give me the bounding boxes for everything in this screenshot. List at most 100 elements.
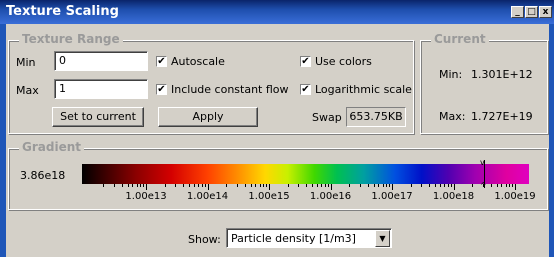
logarithmic-scale-checkbox[interactable]: ✔ Logarithmic scale [300,83,412,96]
axis-minor-tick [244,184,246,187]
show-selected-value: Particle density [1/m3] [231,232,356,245]
axis-tick-label: 1.00e16 [309,191,352,202]
axis-minor-tick [136,184,138,187]
axis-minor-tick [143,184,145,187]
maximize-button[interactable]: □ [525,6,538,18]
axis-minor-tick [316,184,318,187]
color-gradient-bar[interactable] [82,164,529,184]
dropdown-arrow-icon[interactable]: ▼ [375,230,390,247]
min-label: Min [16,56,36,69]
axis-minor-tick [198,184,199,187]
axis-minor-tick [496,184,498,187]
include-constant-flow-label: Include constant flow [171,83,289,96]
current-min-label: Min: [439,68,463,81]
axis-minor-tick [266,184,268,187]
axis-minor-tick [439,184,441,187]
axis-minor-tick [349,184,350,187]
axis-minor-tick [103,184,104,187]
axis-major-tick [269,184,270,190]
logarithmic-scale-check-icon: ✔ [300,84,311,95]
autoscale-label: Autoscale [171,55,225,68]
axis-minor-tick [204,184,206,187]
show-select[interactable]: Particle density [1/m3] ▼ [226,228,392,248]
axis-major-tick [330,184,332,190]
swap-label: Swap [312,111,342,124]
axis-minor-tick [164,184,166,187]
min-input[interactable]: 0 [54,51,148,71]
axis-tick-label: 1.00e19 [494,191,536,202]
title-bar[interactable]: Texture Scaling _ □ x [0,0,554,24]
axis-minor-tick [113,184,115,187]
autoscale-check-icon: ✔ [156,56,167,67]
current-max-value: 1.727E+19 [471,110,533,123]
axis-minor-tick [382,184,384,187]
current-title: Current [431,32,489,46]
axis-minor-tick [127,184,129,187]
axis-minor-tick [183,184,184,187]
axis-tick-label: 1.00e17 [371,191,413,202]
axis-minor-tick [312,184,313,187]
axis-tick-label: 1.00e15 [248,191,290,202]
axis-minor-tick [450,184,452,187]
axis-minor-tick [201,184,203,187]
axis-minor-tick [236,184,238,187]
axis-major-tick [453,184,455,190]
apply-button[interactable]: Apply [158,107,258,127]
axis-tick-label: 1.00e13 [125,191,167,202]
axis-minor-tick [386,184,387,187]
axis-minor-tick [378,184,380,187]
use-colors-label: Use colors [315,55,372,68]
axis-minor-tick [175,184,177,187]
minimize-button[interactable]: _ [511,6,524,18]
max-label: Max [16,84,39,97]
swap-value: 653.75KB [346,107,406,127]
axis-minor-tick [327,184,329,187]
axis-major-tick [207,184,209,190]
axis-minor-tick [298,184,300,187]
autoscale-checkbox[interactable]: ✔ Autoscale [156,55,225,68]
texture-range-title: Texture Range [19,32,123,46]
axis-major-tick [146,184,147,190]
axis-minor-tick [359,184,361,187]
cursor-top-arrow-icon: v [480,158,485,167]
axis-major-tick [392,184,393,190]
axis-minor-tick [132,184,134,187]
axis-tick-label: 1.00e18 [432,191,475,202]
show-label: Show: [188,233,221,246]
axis-minor-tick [255,184,257,187]
axis-minor-tick [501,184,503,187]
use-colors-checkbox[interactable]: ✔ Use colors [300,55,372,68]
axis-minor-tick [324,184,326,187]
axis-minor-tick [306,184,307,187]
axis-minor-tick [435,184,436,187]
axis-minor-tick [389,184,391,187]
gradient-title: Gradient [19,140,84,154]
axis-minor-tick [509,184,510,187]
include-constant-flow-checkbox[interactable]: ✔ Include constant flow [156,83,289,96]
axis-minor-tick [447,184,449,187]
axis-minor-tick [367,184,369,187]
axis-minor-tick [505,184,507,187]
axis-minor-tick [410,184,412,187]
axis-minor-tick [259,184,261,187]
logarithmic-scale-label: Logarithmic scale [315,83,412,96]
close-button[interactable]: x [539,6,552,18]
texture-scaling-window: Texture Scaling _ □ x Texture Range Min … [0,0,554,257]
set-to-current-button[interactable]: Set to current [52,107,144,127]
gradient-value-readout: 3.86e18 [20,169,66,182]
max-input[interactable]: 1 [54,79,148,99]
axis-minor-tick [226,184,227,187]
axis-minor-tick [429,184,430,187]
axis-minor-tick [263,184,264,187]
axis-tick-label: 1.00e14 [186,191,229,202]
axis-minor-tick [482,184,484,187]
axis-minor-tick [512,184,514,187]
axis-minor-tick [193,184,195,187]
current-min-value: 1.301E+12 [471,68,533,81]
axis-minor-tick [121,184,123,187]
axis-major-tick [515,184,516,190]
axis-minor-tick [444,184,445,187]
use-colors-check-icon: ✔ [300,56,311,67]
axis-minor-tick [189,184,190,187]
include-constant-flow-check-icon: ✔ [156,84,167,95]
